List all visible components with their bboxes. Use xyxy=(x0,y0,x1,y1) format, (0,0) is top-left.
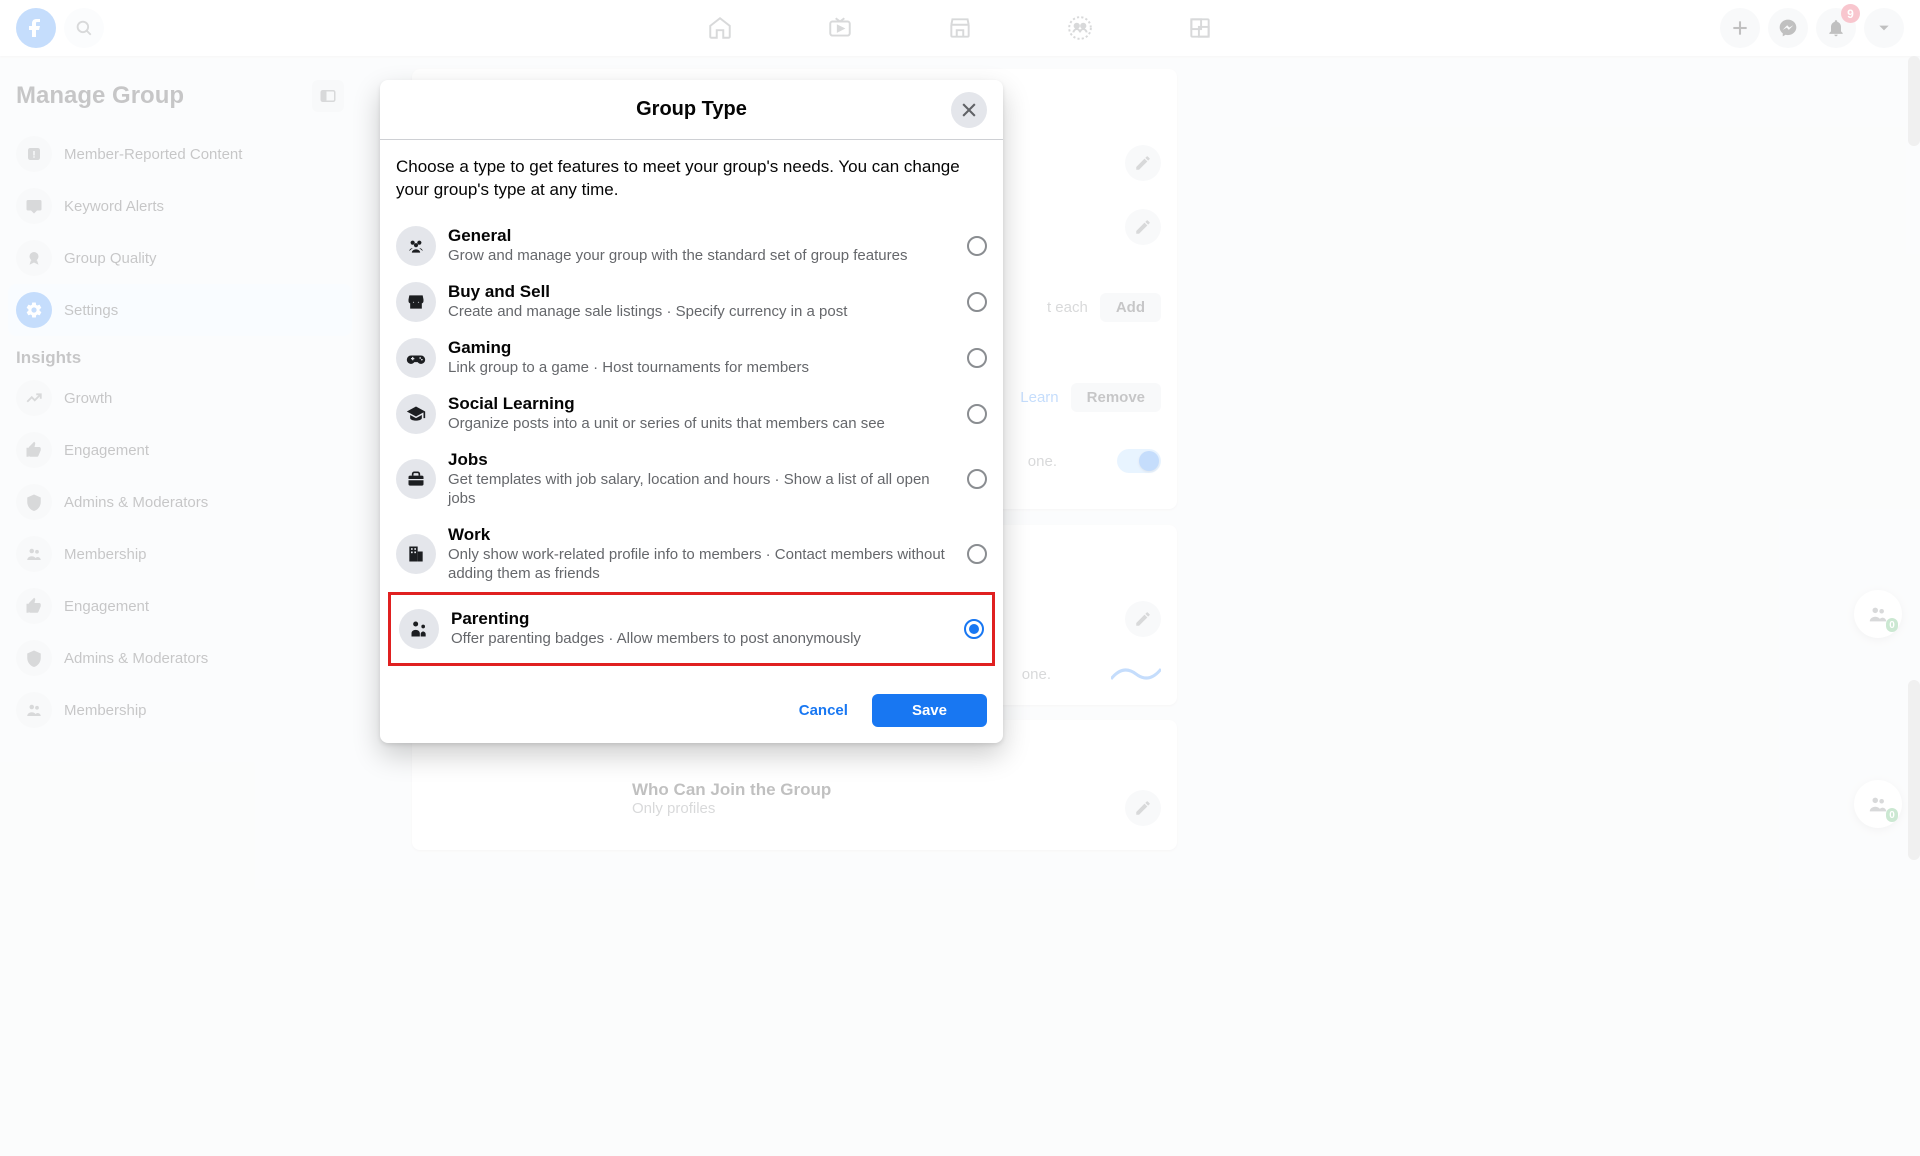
group-type-social-learning[interactable]: Social Learning Organize posts into a un… xyxy=(396,386,987,442)
type-title: Social Learning xyxy=(448,394,955,414)
type-subtitle: Link group to a game · Host tournaments … xyxy=(448,358,955,378)
type-subtitle: Grow and manage your group with the stan… xyxy=(448,246,955,266)
group-type-buy-sell[interactable]: Buy and Sell Create and manage sale list… xyxy=(396,274,987,330)
graduation-icon xyxy=(396,394,436,434)
modal-header: Group Type xyxy=(380,80,1003,140)
radio-button[interactable] xyxy=(967,236,987,256)
highlighted-option: Parenting Offer parenting badges · Allow… xyxy=(388,592,995,666)
parent-child-icon xyxy=(399,609,439,649)
radio-button[interactable] xyxy=(967,469,987,489)
type-title: Gaming xyxy=(448,338,955,358)
type-subtitle: Get templates with job salary, location … xyxy=(448,470,955,509)
type-subtitle: Only show work-related profile info to m… xyxy=(448,545,955,584)
modal-title: Group Type xyxy=(636,98,747,121)
radio-button[interactable] xyxy=(967,292,987,312)
group-type-modal: Group Type Choose a type to get features… xyxy=(380,80,1003,743)
type-subtitle: Create and manage sale listings · Specif… xyxy=(448,302,955,322)
modal-body: Choose a type to get features to meet yo… xyxy=(380,140,1003,682)
shop-icon xyxy=(396,282,436,322)
type-subtitle: Offer parenting badges · Allow members t… xyxy=(451,629,952,649)
cancel-button[interactable]: Cancel xyxy=(783,694,864,727)
modal-description: Choose a type to get features to meet yo… xyxy=(396,156,987,202)
close-button[interactable] xyxy=(951,92,987,128)
type-title: General xyxy=(448,226,955,246)
type-title: Jobs xyxy=(448,450,955,470)
group-type-parenting[interactable]: Parenting Offer parenting badges · Allow… xyxy=(399,601,984,657)
group-type-general[interactable]: General Grow and manage your group with … xyxy=(396,218,987,274)
gamepad-icon xyxy=(396,338,436,378)
radio-button[interactable] xyxy=(967,404,987,424)
type-title: Parenting xyxy=(451,609,952,629)
save-button[interactable]: Save xyxy=(872,694,987,727)
radio-button[interactable] xyxy=(964,619,984,639)
radio-button[interactable] xyxy=(967,348,987,368)
type-subtitle: Organize posts into a unit or series of … xyxy=(448,414,955,434)
briefcase-icon xyxy=(396,459,436,499)
people-icon xyxy=(396,226,436,266)
group-type-gaming[interactable]: Gaming Link group to a game · Host tourn… xyxy=(396,330,987,386)
radio-button[interactable] xyxy=(967,544,987,564)
type-title: Buy and Sell xyxy=(448,282,955,302)
type-title: Work xyxy=(448,525,955,545)
group-type-jobs[interactable]: Jobs Get templates with job salary, loca… xyxy=(396,442,987,517)
building-icon xyxy=(396,534,436,574)
group-type-work[interactable]: Work Only show work-related profile info… xyxy=(396,517,987,592)
modal-footer: Cancel Save xyxy=(380,682,1003,743)
